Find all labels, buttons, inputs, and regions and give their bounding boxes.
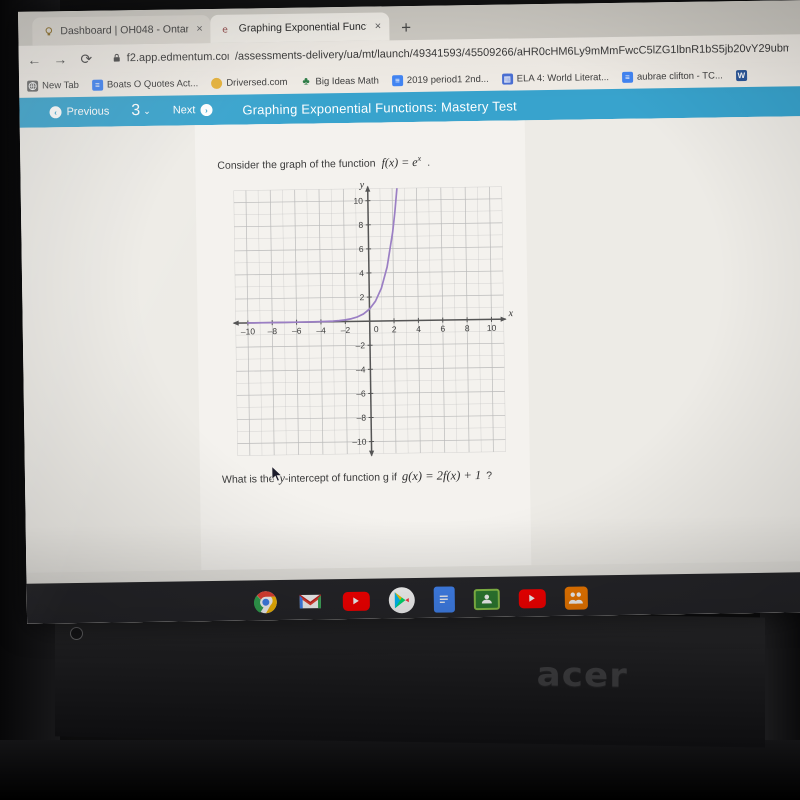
svg-text:x: x [507, 308, 513, 319]
bookmark-label: ELA 4: World Literat... [516, 71, 610, 84]
svg-text:10: 10 [353, 196, 363, 206]
bookmark-big-ideas-math[interactable]: ♣ Big Ideas Math [300, 74, 379, 88]
laptop-bezel [55, 606, 765, 748]
bookmark-2019-period1[interactable]: ≡ 2019 period1 2nd... [391, 73, 489, 86]
bookmark-label: 2019 period1 2nd... [406, 73, 489, 86]
tab-title: Graphing Exponential Function [238, 20, 367, 35]
prompt-text: Consider the graph of the function [217, 157, 376, 172]
browser-tab-graphing-exponential[interactable]: e Graphing Exponential Function × [210, 12, 390, 43]
close-icon[interactable]: × [375, 20, 382, 32]
bookmark-aubrae-clifton[interactable]: ≡ aubrae clifton - TC... [621, 69, 723, 83]
svg-text:2: 2 [392, 324, 397, 334]
svg-text:–10: –10 [352, 437, 367, 447]
bookmark-label: New Tab [42, 79, 80, 91]
chevron-left-icon: ‹ [49, 106, 62, 119]
new-tab-button[interactable]: + [401, 18, 411, 37]
next-label: Next [172, 104, 196, 117]
chevron-right-icon: › [200, 103, 213, 117]
bookmark-label: aubrae clifton - TC... [636, 69, 723, 83]
bookmark-word[interactable]: W [735, 69, 747, 81]
svg-text:8: 8 [358, 220, 363, 230]
question-number-dropdown[interactable]: 3 ⌄ [121, 102, 161, 121]
back-icon[interactable]: ← [27, 51, 42, 67]
prompt-function: f(x) = ex [381, 153, 422, 170]
youtube-icon[interactable] [342, 591, 370, 611]
svg-text:–8: –8 [357, 413, 367, 423]
assessment-title: Graphing Exponential Functions: Mastery … [242, 97, 517, 118]
svg-text:6: 6 [440, 324, 445, 334]
bookmark-new-tab[interactable]: New Tab [27, 79, 80, 92]
globe-icon [27, 80, 39, 92]
question-suffix: ? [486, 469, 493, 482]
svg-text:–6: –6 [356, 388, 366, 398]
youtube-music-icon[interactable] [518, 588, 546, 608]
svg-text:e: e [222, 24, 228, 34]
svg-text:4: 4 [416, 324, 421, 334]
power-indicator [70, 627, 83, 640]
bookmark-boats-o-quotes[interactable]: ≡ Boats O Quotes Act... [91, 77, 199, 91]
assessment-page: Consider the graph of the function f(x) … [19, 116, 800, 624]
question-text: What is the y -intercept of function g if… [222, 468, 492, 487]
url-path: /assessments-delivery/ua/mt/launch/49341… [234, 42, 789, 63]
play-store-icon[interactable] [388, 587, 415, 614]
question-prefix: What is the [221, 473, 275, 486]
tab-title: Dashboard | OH048 - Ontario Hi [60, 23, 189, 38]
google-classroom-icon[interactable] [473, 588, 500, 610]
forward-icon[interactable]: → [53, 51, 68, 67]
bookmark-ela-4-world-literature[interactable]: ▦ ELA 4: World Literat... [501, 71, 610, 85]
edmentum-icon: e [221, 23, 233, 35]
graph-svg: –10 –8 –6 –4 –2 2 4 6 8 10 10 8 6 4 2 –2 –4 –6 –8 –10 0 x y [232, 180, 514, 457]
browser-tab-dashboard[interactable]: Dashboard | OH048 - Ontario Hi × [32, 14, 211, 46]
svg-text:–8: –8 [268, 326, 278, 336]
bookmark-driversed[interactable]: Driversed.com [211, 76, 288, 89]
exponential-function-graph: –10 –8 –6 –4 –2 2 4 6 8 10 10 8 6 4 2 –2 –4 –6 –8 –10 0 x y [222, 177, 516, 466]
svg-text:10: 10 [487, 323, 497, 333]
previous-label: Previous [66, 105, 110, 119]
driversed-icon [211, 77, 223, 89]
bookmark-label: Big Ideas Math [315, 74, 379, 87]
bookmark-label: Driversed.com [226, 76, 288, 89]
svg-text:–10: –10 [241, 326, 256, 336]
laptop-screen: Dashboard | OH048 - Ontario Hi × e Graph… [18, 0, 800, 624]
laptop-photo: acer Dashboard | OH048 - Ontario Hi × e … [0, 0, 800, 800]
next-button[interactable]: Next › [161, 95, 225, 126]
people-icon[interactable] [564, 585, 588, 610]
question-prompt: Consider the graph of the function f(x) … [217, 154, 430, 173]
slides-icon: ▦ [501, 72, 513, 85]
reload-icon[interactable]: ⟳ [79, 51, 94, 67]
chrome-icon[interactable] [252, 589, 278, 615]
chevron-down-icon: ⌄ [143, 105, 151, 116]
previous-button[interactable]: ‹ Previous [37, 96, 121, 127]
svg-text:–2: –2 [355, 340, 365, 350]
lock-icon [113, 53, 121, 64]
svg-text:–4: –4 [316, 325, 326, 335]
question-mid: -intercept of function g if [284, 471, 398, 485]
docs-icon: ≡ [621, 71, 634, 83]
lightbulb-icon [42, 25, 54, 37]
question-number: 3 [131, 102, 141, 120]
svg-text:–6: –6 [292, 326, 302, 336]
close-icon[interactable]: × [196, 23, 203, 35]
classroom-icon: ≡ [391, 74, 403, 86]
svg-text:y: y [359, 180, 365, 191]
acer-brand-logo: acer [536, 654, 628, 695]
svg-text:8: 8 [465, 323, 470, 333]
prompt-period: . [427, 156, 431, 169]
svg-text:–4: –4 [356, 364, 366, 374]
bigideas-icon: ♣ [302, 75, 310, 88]
svg-text:6: 6 [359, 244, 364, 254]
desk-bottom-edge [0, 740, 800, 800]
url-host: f2.app.edmentum.com [126, 50, 229, 65]
bookmark-label: Boats O Quotes Act... [106, 77, 199, 91]
svg-text:0: 0 [374, 324, 379, 334]
question-content-card: Consider the graph of the function f(x) … [194, 120, 532, 571]
svg-text:4: 4 [359, 268, 364, 278]
svg-text:2: 2 [360, 292, 365, 302]
word-icon: W [735, 69, 747, 81]
google-docs-icon[interactable] [433, 586, 455, 613]
docs-icon: ≡ [91, 79, 104, 91]
gmail-icon[interactable] [297, 588, 323, 614]
svg-text:–2: –2 [341, 325, 351, 335]
question-function: g(x) = 2f(x) + 1 [401, 468, 482, 484]
